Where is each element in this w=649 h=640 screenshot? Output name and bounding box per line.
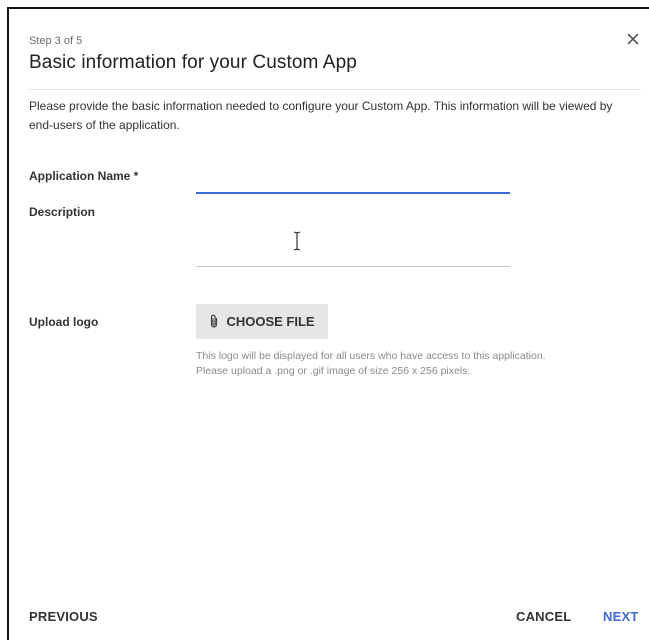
previous-button[interactable]: PREVIOUS [29, 609, 98, 624]
description-label: Description [29, 205, 96, 219]
choose-file-button[interactable]: CHOOSE FILE [196, 304, 328, 339]
paperclip-icon [211, 314, 218, 328]
intro-text: Please provide the basic information nee… [29, 99, 613, 132]
step-indicator: Step 3 of 5 [29, 35, 83, 47]
upload-help-text: This logo will be displayed for all user… [196, 349, 636, 379]
choose-file-label: CHOOSE FILE [226, 314, 315, 329]
description-input[interactable] [196, 214, 510, 267]
cancel-button[interactable]: CANCEL [516, 609, 571, 624]
app-name-label: Application Name * [29, 169, 139, 183]
header-divider [29, 89, 641, 90]
text-cursor-icon [293, 231, 301, 251]
upload-help-line-1: This logo will be displayed for all user… [196, 350, 546, 362]
next-button[interactable]: NEXT [603, 609, 638, 624]
upload-help-line-2: Please upload a .png or .gif image of si… [196, 365, 471, 377]
custom-app-dialog: Step 3 of 5 Basic information for your C… [7, 7, 649, 640]
close-icon[interactable] [625, 31, 641, 47]
app-name-input[interactable] [196, 172, 510, 194]
upload-logo-label: Upload logo [29, 315, 99, 329]
dialog-title: Basic information for your Custom App [29, 52, 357, 73]
